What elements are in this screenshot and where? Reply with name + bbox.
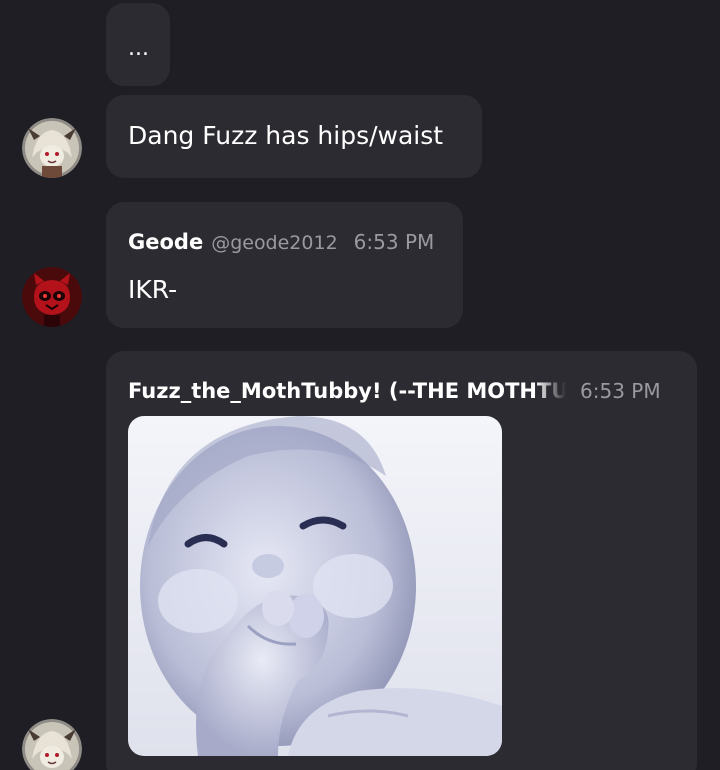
author-handle: @geode2012 [211,232,338,254]
message-header: Fuzz_the_MothTubby! (--THE MOTHTUBBY--) … [128,379,661,403]
user-avatar-fuzz[interactable] [22,118,82,178]
message-text: Dang Fuzz has hips/waist [128,121,444,150]
message-bubble-geode[interactable]: Geode @geode2012 6:53 PM IKR- [106,202,463,328]
message-bubble-fuzz[interactable]: Dang Fuzz has hips/waist [106,95,482,178]
message-header: Geode @geode2012 6:53 PM [128,230,434,254]
baby-photo-image [128,416,502,756]
message-text: IKR- [128,275,178,304]
fuzz-avatar-icon [22,118,82,178]
fuzz-avatar-icon [22,719,82,770]
message-timestamp: 6:53 PM [353,230,435,254]
author-name[interactable]: Geode [128,230,203,254]
message-text: ... [128,36,149,61]
user-avatar-fuzz-bottom[interactable] [22,719,82,770]
geode-avatar-icon [22,267,82,327]
image-attachment[interactable] [128,416,502,756]
chat-thread: ... Dang Fuzz has hips/waist Geode @geod… [0,0,720,770]
message-bubble-ellipsis[interactable]: ... [106,3,170,86]
author-name[interactable]: Fuzz_the_MothTubby! (--THE MOTHTUBBY--) [128,379,566,403]
message-timestamp: 6:53 PM [580,379,661,403]
user-avatar-geode[interactable] [22,267,82,327]
